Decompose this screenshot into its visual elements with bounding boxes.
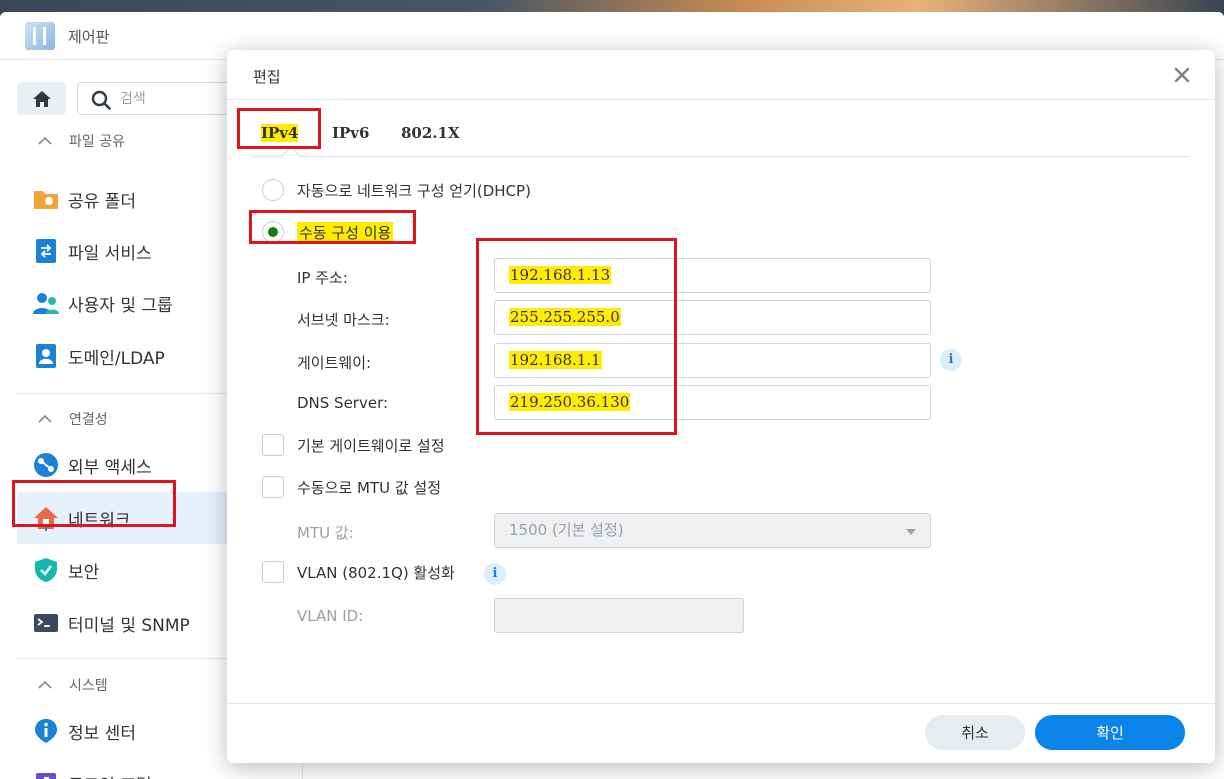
chevron-up-icon <box>38 136 52 145</box>
sidebar-item-label: 정보 센터 <box>68 724 136 744</box>
tab-ipv4-label: IPv4 <box>261 124 299 142</box>
radio-manual[interactable] <box>262 221 284 243</box>
close-icon[interactable] <box>1171 64 1193 86</box>
chevron-up-icon <box>38 680 52 689</box>
radio-manual-label: 수동 구성 이용 <box>297 222 394 243</box>
cancel-button[interactable]: 취소 <box>925 715 1025 750</box>
sidebar-item-label: 파일 서비스 <box>68 244 152 264</box>
radio-dhcp[interactable] <box>262 179 284 201</box>
tab-802-1x[interactable]: 802.1X <box>401 124 460 142</box>
ok-button[interactable]: 확인 <box>1035 715 1185 750</box>
external-access-icon <box>34 453 58 477</box>
gateway-info-icon[interactable]: i <box>940 349 962 371</box>
default-gateway-checkbox[interactable] <box>262 434 284 456</box>
dialog-footer-divider <box>227 703 1215 704</box>
vlan-info-icon[interactable]: i <box>484 563 506 585</box>
file-services-icon <box>36 239 56 263</box>
dns-server-value: 219.250.36.130 <box>509 393 631 411</box>
sidebar-item-label: 로그인 포털 <box>68 771 152 779</box>
section-label: 파일 공유 <box>69 134 125 150</box>
gateway-label: 게이트웨이: <box>297 354 372 372</box>
users-icon <box>33 293 59 314</box>
dialog-header-divider <box>227 99 1215 100</box>
radio-dhcp-label: 자동으로 네트워크 구성 얻기(DHCP) <box>297 182 531 200</box>
dns-server-input[interactable]: 219.250.36.130 <box>494 385 931 420</box>
vlan-checkbox[interactable] <box>262 561 284 583</box>
sidebar-item-label: 터미널 및 SNMP <box>68 616 190 636</box>
mtu-select-value: 1500 (기본 설정) <box>509 521 624 539</box>
manual-mtu-label: 수동으로 MTU 값 설정 <box>297 479 441 497</box>
ip-address-label: IP 주소: <box>297 269 348 287</box>
tab-ipv4[interactable]: IPv4 <box>261 124 299 142</box>
dialog-title: 편집 <box>253 68 281 86</box>
sidebar-item-label: 외부 액세스 <box>68 458 152 478</box>
vlan-id-label: VLAN ID: <box>297 607 364 625</box>
sidebar-item-label: 보안 <box>68 563 100 583</box>
home-icon <box>32 90 51 107</box>
ip-address-value: 192.168.1.13 <box>509 266 612 284</box>
subnet-mask-label: 서브넷 마스크: <box>297 311 390 329</box>
terminal-icon <box>34 614 58 632</box>
dropdown-caret-icon <box>906 529 916 535</box>
vlan-id-input[interactable] <box>494 598 744 633</box>
gateway-input[interactable]: 192.168.1.1 <box>494 343 931 378</box>
sidebar-item-label: 공유 폴더 <box>68 192 136 212</box>
shield-icon <box>35 558 57 582</box>
edit-dialog: 편집 IPv4 IPv6 802.1X 자동으로 네트워크 구성 얻기(DHCP… <box>227 50 1215 763</box>
vlan-label: VLAN (802.1Q) 활성화 <box>297 564 455 582</box>
network-house-icon <box>34 507 58 531</box>
gateway-value: 192.168.1.1 <box>509 351 602 369</box>
sidebar-item-label: 도메인/LDAP <box>68 349 165 369</box>
section-label: 연결성 <box>69 412 108 428</box>
tab-ipv6[interactable]: IPv6 <box>332 124 369 142</box>
search-icon <box>91 90 111 110</box>
folder-icon <box>34 191 58 209</box>
domain-icon <box>36 344 56 368</box>
sidebar-item-label: 네트워크 <box>68 511 131 531</box>
chevron-up-icon <box>38 414 52 423</box>
mtu-value-label: MTU 값: <box>297 524 354 542</box>
info-center-icon <box>35 719 57 743</box>
login-portal-icon <box>36 773 56 779</box>
ip-address-input[interactable]: 192.168.1.13 <box>494 258 931 293</box>
home-button[interactable] <box>17 82 66 115</box>
tab-underline <box>252 156 1190 157</box>
mtu-select[interactable]: 1500 (기본 설정) <box>494 513 931 548</box>
control-panel-app-icon <box>25 22 55 50</box>
section-label: 시스템 <box>69 678 108 694</box>
sidebar-item-label: 사용자 및 그룹 <box>68 296 173 316</box>
manual-mtu-checkbox[interactable] <box>262 476 284 498</box>
tab-bar: IPv4 IPv6 802.1X <box>227 110 1215 158</box>
default-gateway-label: 기본 게이트웨이로 설정 <box>297 437 445 455</box>
window-title: 제어판 <box>68 28 110 46</box>
subnet-mask-value: 255.255.255.0 <box>509 308 621 326</box>
dns-server-label: DNS Server: <box>297 394 389 412</box>
subnet-mask-input[interactable]: 255.255.255.0 <box>494 300 931 335</box>
